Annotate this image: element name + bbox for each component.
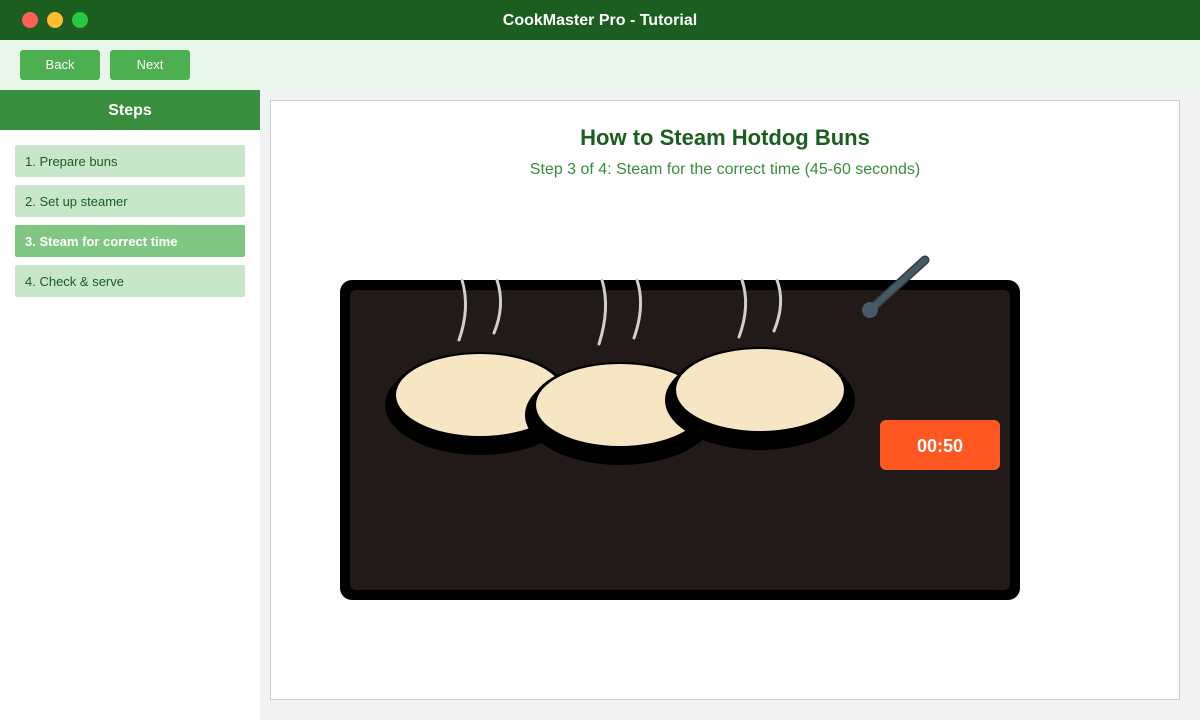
steamer-illustration: 00:50 <box>340 255 1020 600</box>
steps-sidebar: Steps 1. Prepare buns 2. Set up steamer … <box>0 90 260 720</box>
sidebar-item-prepare-buns[interactable]: 1. Prepare buns <box>15 145 245 177</box>
timer-display: 00:50 <box>880 420 1000 470</box>
title-bar: CookMaster Pro - Tutorial <box>0 0 1200 40</box>
back-button[interactable]: Back <box>20 50 100 80</box>
hotdog-bun <box>665 347 855 450</box>
window-title: CookMaster Pro - Tutorial <box>502 12 698 29</box>
next-button[interactable]: Next <box>110 50 190 80</box>
sidebar-item-set-up-steamer[interactable]: 2. Set up steamer <box>15 185 245 217</box>
page-title: How to Steam Hotdog Buns <box>580 125 870 150</box>
timer-value: 00:50 <box>917 436 963 456</box>
toolbar: Back Next <box>0 40 1200 90</box>
step-subtitle: Step 3 of 4: Steam for the correct time … <box>529 161 921 178</box>
sidebar-item-steam-time[interactable]: 3. Steam for correct time <box>15 225 245 257</box>
sidebar-item-check-serve[interactable]: 4. Check & serve <box>15 265 245 297</box>
steps-header: Steps <box>0 90 260 130</box>
